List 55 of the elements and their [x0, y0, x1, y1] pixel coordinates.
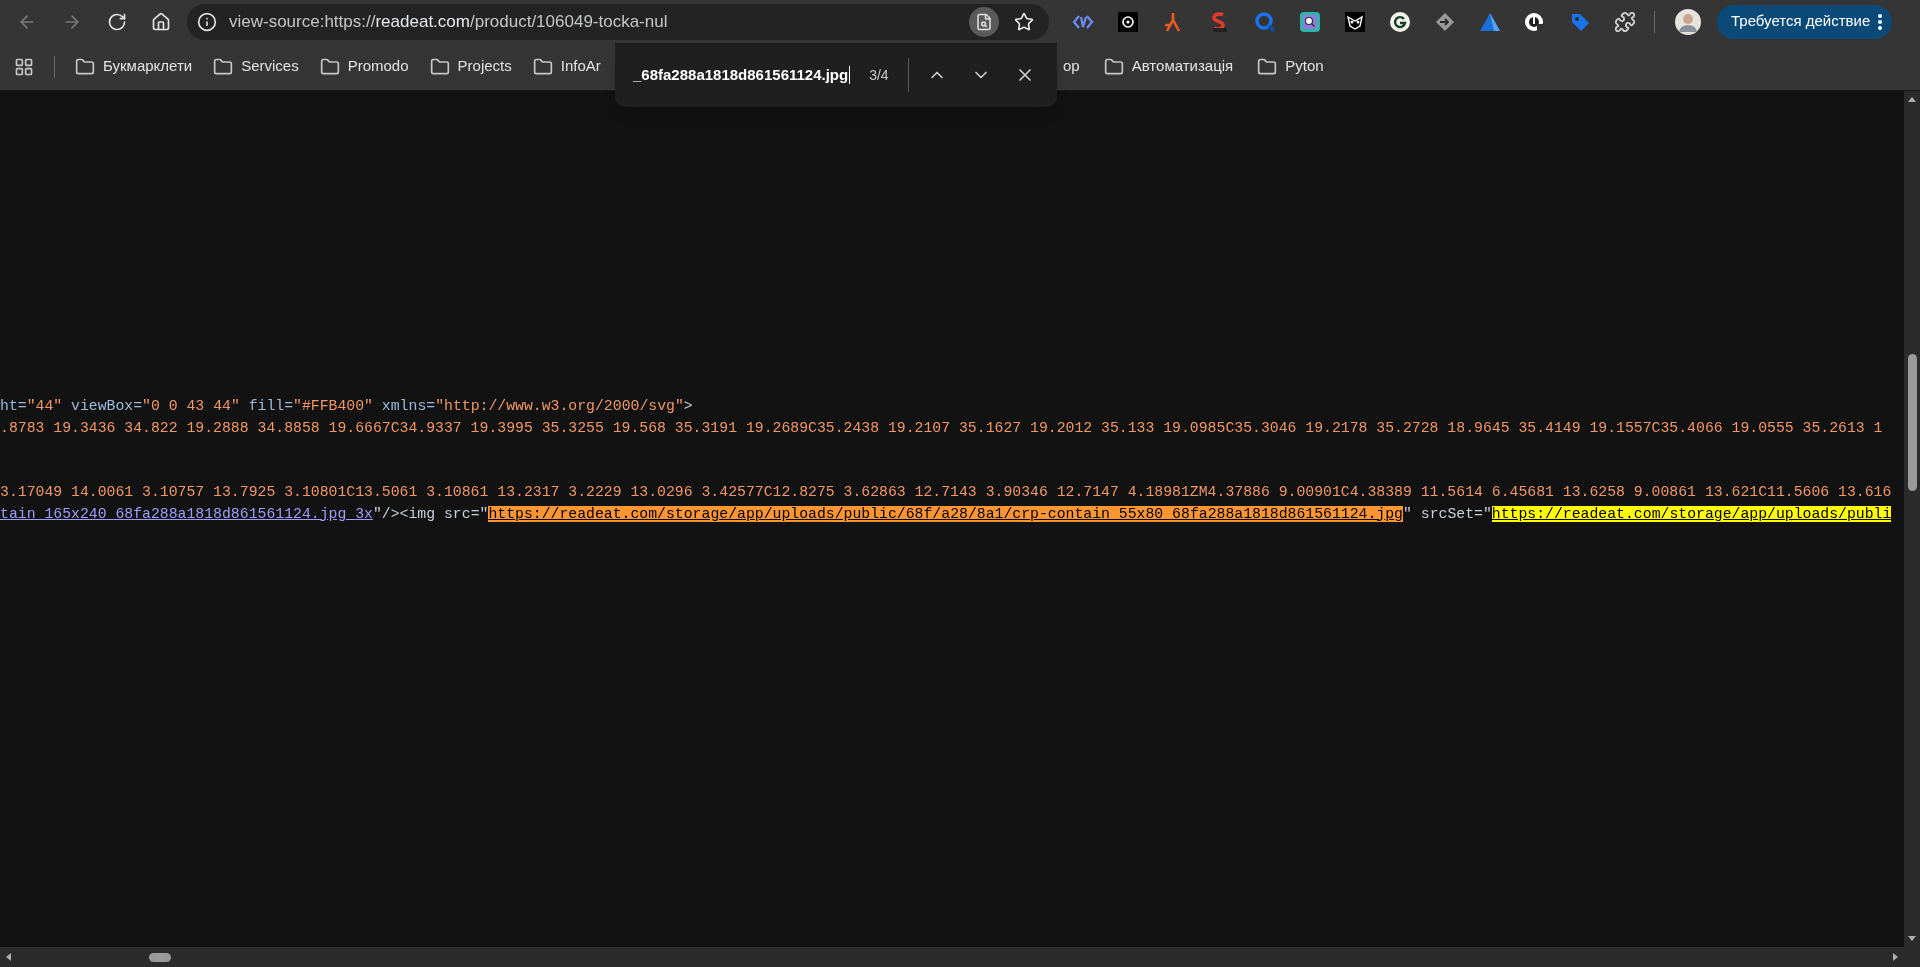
bookmark-folder[interactable]: Pyton [1285, 55, 1324, 78]
bookmark-folder[interactable]: InfoAr [560, 55, 601, 78]
folder-icon [213, 56, 234, 77]
horizontal-scrollbar[interactable] [0, 947, 1920, 967]
code-token: "0 0 43 44" [142, 398, 240, 414]
bookmark-folder[interactable]: Services [241, 55, 299, 78]
scrollbar-thumb[interactable] [1907, 354, 1917, 491]
folder-icon [75, 56, 95, 77]
apps-icon[interactable] [14, 56, 34, 77]
avatar-icon[interactable] [1675, 8, 1701, 35]
code-token: fill= [247, 398, 294, 414]
document-search-icon[interactable] [1299, 10, 1321, 33]
magnifier-icon[interactable] [1254, 10, 1276, 33]
scrollbar-thumb[interactable] [149, 952, 171, 962]
action-required-button[interactable]: Требуется действие [1717, 4, 1893, 39]
bookmark-folder[interactable]: op [1063, 55, 1080, 78]
find-field[interactable]: _68fa288a1818d861561124.jpg [633, 63, 851, 87]
reload-icon [107, 11, 127, 32]
code-token: 3.17049 14.0061 3.10757 13.7925 3.10801C13.5061 3.10861 13.2317 3.2229 13.0296 3.42577C12.8275 3.62863 12.7143 3.90346 12.7147 4.18981ZM4.37886 9.00901C4.38389 11.5614 6.45681 13.6258 9.00861 13.621C11.5606 13.616 [0, 484, 1892, 500]
folder-icon [1257, 56, 1278, 77]
code-token: ht= [0, 398, 27, 414]
lock-circle-icon[interactable] [1524, 10, 1546, 33]
search-match[interactable]: https://readeat.com/storage/app/uploads/public/68f/a28/8a1/crp-contain_55x80_68fa288a1818d861561124.jpg [488, 505, 1403, 522]
code-token: > [683, 398, 693, 414]
address-bar[interactable]: view-source:https://readeat.com/product/106049-tocka-nul [187, 3, 1049, 40]
folder-icon [429, 56, 450, 77]
vertical-scrollbar[interactable] [1904, 91, 1920, 947]
code-token: "#FFB400" [293, 398, 373, 414]
bookmark-folder[interactable]: Promodo [347, 55, 409, 78]
code-token: "44" [26, 398, 63, 414]
folder-icon [532, 56, 553, 77]
code-token: viewBox= [70, 398, 143, 414]
code-token: "http://www.w3.org/2000/svg" [435, 398, 684, 414]
code-token: "/><img src=" [372, 505, 489, 522]
code-token: " srcSet=" [1403, 505, 1492, 522]
extensions-icon[interactable] [1614, 10, 1636, 33]
url-text: view-source:https://readeat.com/product/106049-tocka-nul [229, 10, 668, 33]
page-search-button[interactable] [969, 6, 999, 37]
bookmark-folder[interactable]: Автоматизація [1131, 55, 1234, 78]
source-link[interactable]: tain_165x240_68fa288a1818d861561124.jpg 3x [0, 505, 373, 522]
document-search-icon [975, 12, 993, 31]
match-count: 3/4 [869, 65, 889, 85]
info-icon[interactable] [197, 11, 217, 32]
bookmark-folder[interactable]: Projects [457, 55, 512, 78]
search-match[interactable]: https://readeat.com/storage/app/uploads/publi [1491, 505, 1892, 522]
more-icon [1878, 13, 1883, 30]
star-icon [1014, 11, 1034, 32]
owl-icon[interactable] [1344, 10, 1366, 33]
folder-icon [319, 56, 340, 77]
code-token: .8783 19.3436 34.822 19.2888 34.8858 19.6667C34.9337 19.3995 35.3255 19.568 35.3191 19.2689C35.2438 19.2107 35.1627 19.2012 35.133 19.0985C35.3046 19.2178 35.2728 18.9645 35.4149 19.1557C35.4066 19.0555 35.2613 1 [0, 419, 1883, 436]
folder-icon [1103, 56, 1124, 77]
diamond-arrow-icon[interactable] [1434, 10, 1456, 33]
code-token: xmlns= [380, 398, 436, 414]
bookmark-folder[interactable]: Букмарклети [103, 55, 193, 78]
home-icon [151, 11, 171, 32]
